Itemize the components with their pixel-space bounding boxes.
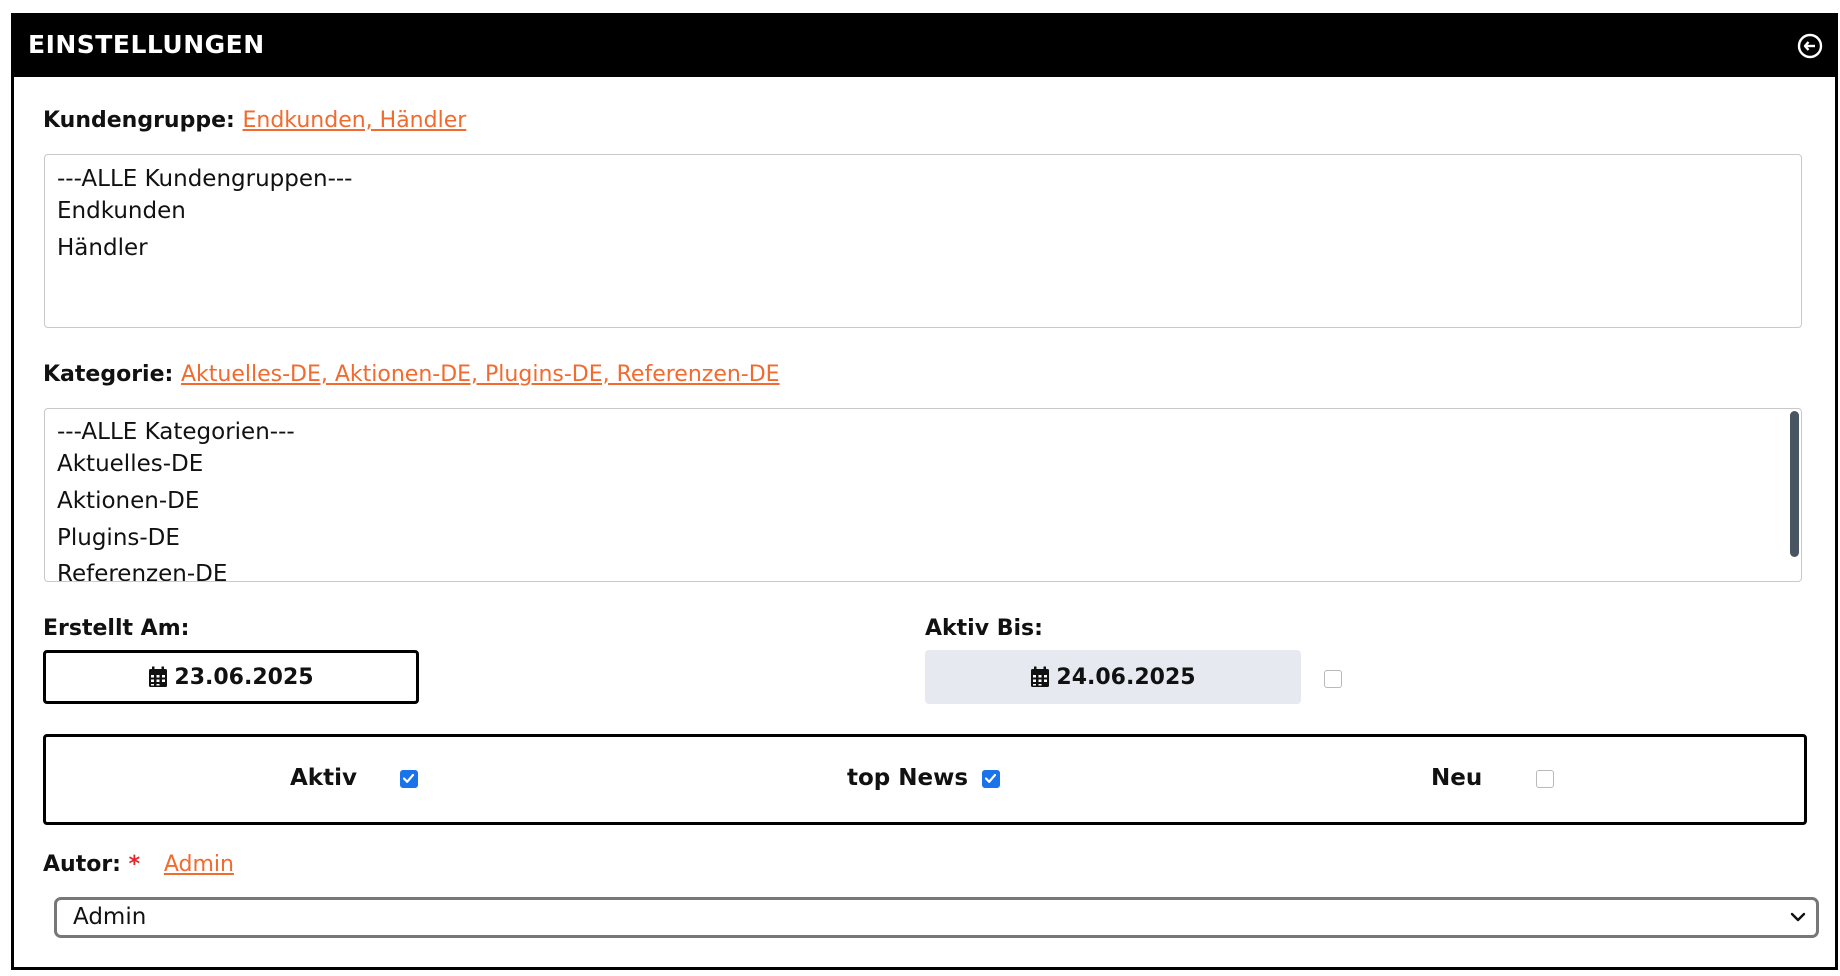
list-item[interactable]: ---ALLE Kundengruppen--- <box>57 166 352 192</box>
created-date-input[interactable]: 23.06.2025 <box>43 650 419 704</box>
checkmark-icon <box>402 773 415 783</box>
author-label-row: Autor: * Admin <box>43 852 234 877</box>
panel-header: EINSTELLUNGEN <box>14 16 1835 77</box>
customer-group-selected-link[interactable]: Endkunden, Händler <box>242 108 466 133</box>
calendar-icon <box>1031 666 1050 687</box>
author-link[interactable]: Admin <box>164 852 234 877</box>
calendar-icon <box>149 666 168 687</box>
list-item[interactable]: Händler <box>57 235 148 261</box>
customer-group-listbox[interactable]: ---ALLE Kundengruppen--- Endkunden Händl… <box>44 154 1802 328</box>
active-until-date-input[interactable]: 24.06.2025 <box>925 650 1301 704</box>
author-select[interactable]: Admin <box>54 897 1819 938</box>
flag-neu-label: Neu <box>1431 765 1483 791</box>
list-item[interactable]: Aktuelles-DE <box>57 451 203 477</box>
list-item[interactable]: Referenzen-DE <box>57 561 227 581</box>
created-date-value: 23.06.2025 <box>174 664 314 690</box>
list-item[interactable]: Plugins-DE <box>57 525 180 551</box>
chevron-down-icon <box>1790 912 1806 922</box>
panel-title: EINSTELLUNGEN <box>28 30 265 59</box>
list-item[interactable]: ---ALLE Kategorien--- <box>57 419 295 445</box>
author-label: Autor: <box>43 852 121 877</box>
author-select-value: Admin <box>73 904 147 930</box>
checkmark-icon <box>984 773 997 783</box>
category-label-row: Kategorie: Aktuelles-DE, Aktionen-DE, Pl… <box>43 362 780 387</box>
customer-group-label-row: Kundengruppe: Endkunden, Händler <box>43 108 466 133</box>
list-item[interactable]: Endkunden <box>57 198 186 224</box>
category-selected-link[interactable]: Aktuelles-DE, Aktionen-DE, Plugins-DE, R… <box>181 362 780 387</box>
flag-top-news-checkbox[interactable] <box>982 770 1000 788</box>
listbox-scrollbar[interactable] <box>1790 411 1799 557</box>
active-until-date-value: 24.06.2025 <box>1056 664 1196 690</box>
flag-aktiv-label: Aktiv <box>290 765 357 791</box>
active-until-label: Aktiv Bis: <box>925 616 1043 641</box>
list-item[interactable]: Aktionen-DE <box>57 488 199 514</box>
category-listbox[interactable]: ---ALLE Kategorien--- Aktuelles-DE Aktio… <box>44 408 1802 582</box>
customer-group-label: Kundengruppe: <box>43 108 235 133</box>
flag-aktiv-checkbox[interactable] <box>400 770 418 788</box>
collapse-circle-icon[interactable] <box>1797 33 1823 59</box>
created-label: Erstellt Am: <box>43 616 190 641</box>
category-label: Kategorie: <box>43 362 174 387</box>
flag-top-news-label: top News <box>847 765 969 791</box>
flag-neu-checkbox[interactable] <box>1536 770 1554 788</box>
active-until-enable-checkbox[interactable] <box>1324 670 1342 688</box>
required-mark: * <box>128 852 141 877</box>
